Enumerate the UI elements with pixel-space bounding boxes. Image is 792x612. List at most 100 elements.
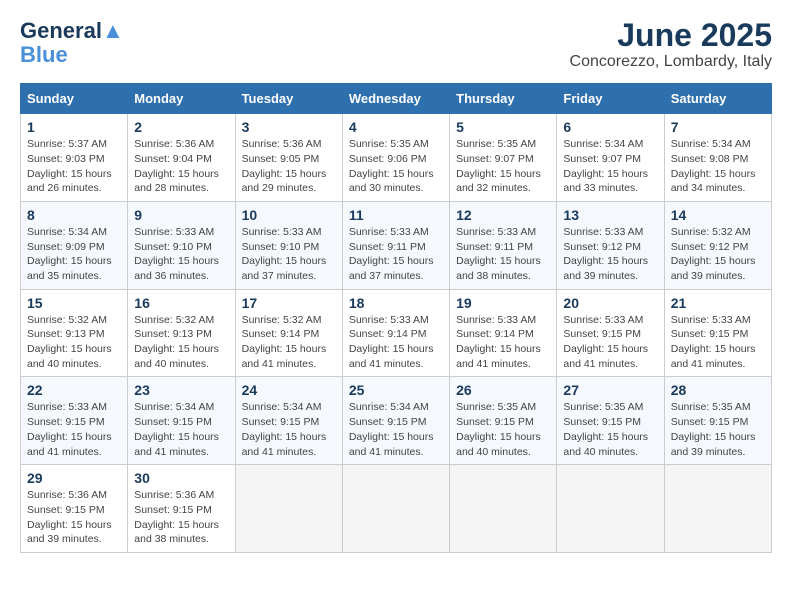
day-number: 14	[671, 207, 765, 223]
col-thursday: Thursday	[450, 84, 557, 114]
day-number: 22	[27, 382, 121, 398]
day-number: 8	[27, 207, 121, 223]
calendar-cell: 18 Sunrise: 5:33 AMSunset: 9:14 PMDaylig…	[342, 289, 449, 377]
calendar-cell	[450, 465, 557, 553]
calendar-cell	[664, 465, 771, 553]
calendar-week-row: 1 Sunrise: 5:37 AMSunset: 9:03 PMDayligh…	[21, 114, 772, 202]
calendar-cell: 1 Sunrise: 5:37 AMSunset: 9:03 PMDayligh…	[21, 114, 128, 202]
day-number: 18	[349, 295, 443, 311]
logo-text: General▲	[20, 18, 124, 44]
day-info: Sunrise: 5:32 AMSunset: 9:14 PMDaylight:…	[242, 314, 327, 370]
day-info: Sunrise: 5:37 AMSunset: 9:03 PMDaylight:…	[27, 138, 112, 194]
calendar-cell	[342, 465, 449, 553]
day-number: 3	[242, 119, 336, 135]
calendar-cell: 27 Sunrise: 5:35 AMSunset: 9:15 PMDaylig…	[557, 377, 664, 465]
calendar-table: Sunday Monday Tuesday Wednesday Thursday…	[20, 83, 772, 553]
day-info: Sunrise: 5:34 AMSunset: 9:08 PMDaylight:…	[671, 138, 756, 194]
day-info: Sunrise: 5:34 AMSunset: 9:15 PMDaylight:…	[242, 401, 327, 457]
day-info: Sunrise: 5:35 AMSunset: 9:07 PMDaylight:…	[456, 138, 541, 194]
calendar-cell: 23 Sunrise: 5:34 AMSunset: 9:15 PMDaylig…	[128, 377, 235, 465]
col-monday: Monday	[128, 84, 235, 114]
calendar-cell: 14 Sunrise: 5:32 AMSunset: 9:12 PMDaylig…	[664, 201, 771, 289]
page: General▲ Blue June 2025 Concorezzo, Lomb…	[0, 0, 792, 612]
day-number: 30	[134, 470, 228, 486]
day-number: 24	[242, 382, 336, 398]
day-info: Sunrise: 5:34 AMSunset: 9:07 PMDaylight:…	[563, 138, 648, 194]
calendar-cell: 25 Sunrise: 5:34 AMSunset: 9:15 PMDaylig…	[342, 377, 449, 465]
day-info: Sunrise: 5:32 AMSunset: 9:13 PMDaylight:…	[134, 314, 219, 370]
calendar-cell: 5 Sunrise: 5:35 AMSunset: 9:07 PMDayligh…	[450, 114, 557, 202]
day-number: 5	[456, 119, 550, 135]
day-number: 25	[349, 382, 443, 398]
header: General▲ Blue June 2025 Concorezzo, Lomb…	[20, 18, 772, 71]
day-info: Sunrise: 5:34 AMSunset: 9:15 PMDaylight:…	[349, 401, 434, 457]
day-info: Sunrise: 5:33 AMSunset: 9:10 PMDaylight:…	[134, 226, 219, 282]
day-info: Sunrise: 5:32 AMSunset: 9:13 PMDaylight:…	[27, 314, 112, 370]
day-number: 19	[456, 295, 550, 311]
title-block: June 2025 Concorezzo, Lombardy, Italy	[570, 18, 772, 71]
day-info: Sunrise: 5:36 AMSunset: 9:15 PMDaylight:…	[27, 489, 112, 545]
day-info: Sunrise: 5:36 AMSunset: 9:05 PMDaylight:…	[242, 138, 327, 194]
day-number: 26	[456, 382, 550, 398]
day-info: Sunrise: 5:33 AMSunset: 9:11 PMDaylight:…	[349, 226, 434, 282]
day-info: Sunrise: 5:35 AMSunset: 9:15 PMDaylight:…	[456, 401, 541, 457]
day-info: Sunrise: 5:33 AMSunset: 9:15 PMDaylight:…	[27, 401, 112, 457]
day-info: Sunrise: 5:33 AMSunset: 9:14 PMDaylight:…	[349, 314, 434, 370]
day-number: 9	[134, 207, 228, 223]
day-number: 17	[242, 295, 336, 311]
calendar-cell: 11 Sunrise: 5:33 AMSunset: 9:11 PMDaylig…	[342, 201, 449, 289]
calendar-week-row: 29 Sunrise: 5:36 AMSunset: 9:15 PMDaylig…	[21, 465, 772, 553]
day-info: Sunrise: 5:33 AMSunset: 9:10 PMDaylight:…	[242, 226, 327, 282]
calendar-cell: 8 Sunrise: 5:34 AMSunset: 9:09 PMDayligh…	[21, 201, 128, 289]
day-number: 20	[563, 295, 657, 311]
calendar-cell: 29 Sunrise: 5:36 AMSunset: 9:15 PMDaylig…	[21, 465, 128, 553]
day-info: Sunrise: 5:33 AMSunset: 9:15 PMDaylight:…	[671, 314, 756, 370]
calendar-cell: 12 Sunrise: 5:33 AMSunset: 9:11 PMDaylig…	[450, 201, 557, 289]
logo: General▲ Blue	[20, 18, 124, 66]
calendar-cell: 19 Sunrise: 5:33 AMSunset: 9:14 PMDaylig…	[450, 289, 557, 377]
calendar-cell: 24 Sunrise: 5:34 AMSunset: 9:15 PMDaylig…	[235, 377, 342, 465]
day-info: Sunrise: 5:35 AMSunset: 9:15 PMDaylight:…	[671, 401, 756, 457]
calendar-cell: 30 Sunrise: 5:36 AMSunset: 9:15 PMDaylig…	[128, 465, 235, 553]
day-info: Sunrise: 5:33 AMSunset: 9:12 PMDaylight:…	[563, 226, 648, 282]
calendar-cell: 4 Sunrise: 5:35 AMSunset: 9:06 PMDayligh…	[342, 114, 449, 202]
calendar-cell: 16 Sunrise: 5:32 AMSunset: 9:13 PMDaylig…	[128, 289, 235, 377]
day-number: 4	[349, 119, 443, 135]
calendar-cell: 28 Sunrise: 5:35 AMSunset: 9:15 PMDaylig…	[664, 377, 771, 465]
calendar-cell: 6 Sunrise: 5:34 AMSunset: 9:07 PMDayligh…	[557, 114, 664, 202]
day-number: 6	[563, 119, 657, 135]
calendar-cell: 2 Sunrise: 5:36 AMSunset: 9:04 PMDayligh…	[128, 114, 235, 202]
calendar-cell: 3 Sunrise: 5:36 AMSunset: 9:05 PMDayligh…	[235, 114, 342, 202]
day-number: 21	[671, 295, 765, 311]
day-number: 10	[242, 207, 336, 223]
day-info: Sunrise: 5:36 AMSunset: 9:04 PMDaylight:…	[134, 138, 219, 194]
day-number: 28	[671, 382, 765, 398]
day-number: 29	[27, 470, 121, 486]
day-info: Sunrise: 5:36 AMSunset: 9:15 PMDaylight:…	[134, 489, 219, 545]
day-info: Sunrise: 5:34 AMSunset: 9:09 PMDaylight:…	[27, 226, 112, 282]
calendar-cell: 17 Sunrise: 5:32 AMSunset: 9:14 PMDaylig…	[235, 289, 342, 377]
calendar-cell: 9 Sunrise: 5:33 AMSunset: 9:10 PMDayligh…	[128, 201, 235, 289]
calendar-cell	[235, 465, 342, 553]
col-friday: Friday	[557, 84, 664, 114]
logo-blue-text: Blue	[20, 44, 68, 66]
calendar-week-row: 8 Sunrise: 5:34 AMSunset: 9:09 PMDayligh…	[21, 201, 772, 289]
day-number: 11	[349, 207, 443, 223]
month-title: June 2025	[570, 18, 772, 53]
calendar-cell: 15 Sunrise: 5:32 AMSunset: 9:13 PMDaylig…	[21, 289, 128, 377]
day-number: 16	[134, 295, 228, 311]
location-title: Concorezzo, Lombardy, Italy	[570, 53, 772, 71]
col-saturday: Saturday	[664, 84, 771, 114]
day-info: Sunrise: 5:33 AMSunset: 9:14 PMDaylight:…	[456, 314, 541, 370]
col-sunday: Sunday	[21, 84, 128, 114]
day-info: Sunrise: 5:32 AMSunset: 9:12 PMDaylight:…	[671, 226, 756, 282]
calendar-week-row: 15 Sunrise: 5:32 AMSunset: 9:13 PMDaylig…	[21, 289, 772, 377]
day-info: Sunrise: 5:35 AMSunset: 9:06 PMDaylight:…	[349, 138, 434, 194]
calendar-cell: 21 Sunrise: 5:33 AMSunset: 9:15 PMDaylig…	[664, 289, 771, 377]
day-number: 23	[134, 382, 228, 398]
calendar-cell	[557, 465, 664, 553]
calendar-week-row: 22 Sunrise: 5:33 AMSunset: 9:15 PMDaylig…	[21, 377, 772, 465]
calendar-cell: 22 Sunrise: 5:33 AMSunset: 9:15 PMDaylig…	[21, 377, 128, 465]
day-number: 7	[671, 119, 765, 135]
day-info: Sunrise: 5:34 AMSunset: 9:15 PMDaylight:…	[134, 401, 219, 457]
